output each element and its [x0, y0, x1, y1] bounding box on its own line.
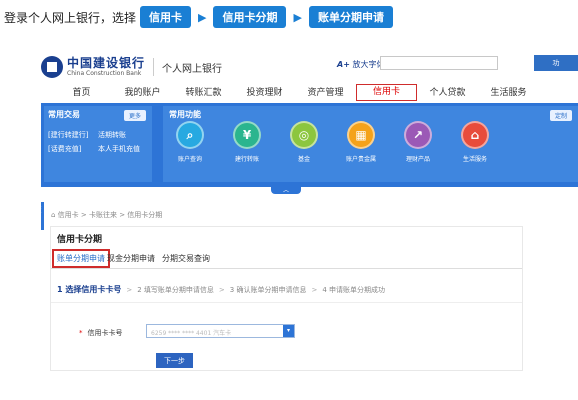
- yen-icon: ¥: [233, 121, 261, 149]
- nav-my-account[interactable]: 我的账户: [112, 84, 173, 102]
- common-transactions-panel: 常用交易 更多 [建行转建行] 活期转账 [话费充值] 本人手机充值: [44, 106, 152, 182]
- chevron-right-icon: >: [311, 285, 318, 294]
- step-2: 2 填写账单分期申请信息: [137, 285, 214, 294]
- chevron-down-icon: ▾: [283, 325, 294, 337]
- divider: [153, 58, 155, 76]
- card-number-select[interactable]: 6259 **** **** 4401 汽车卡 ▾: [146, 324, 295, 338]
- quick-link-phone-topup[interactable]: [话费充值]: [48, 144, 98, 154]
- bars-icon: ▦: [347, 121, 375, 149]
- func-account-query[interactable]: ⌕ 账户查询: [175, 121, 205, 163]
- tab-cash-installment[interactable]: 现金分期申请: [107, 253, 155, 264]
- breadcrumb: ⌂ 信用卡 > 卡账往来 > 信用卡分期: [51, 210, 162, 220]
- house-icon: ⌂: [461, 121, 489, 149]
- quick-link-ccb-transfer[interactable]: [建行转建行]: [48, 130, 98, 140]
- common-functions-panel: 常用功能 定制 ⌕ 账户查询 ¥ 建行转账 ◎ 基金 ▦ 账户贵金属 ↗ 理财产…: [163, 106, 578, 182]
- step-3: 3 确认账单分期申请信息: [229, 285, 307, 294]
- page-title: 信用卡分期: [57, 235, 103, 245]
- quick-link-own-phone-topup[interactable]: 本人手机充值: [98, 144, 148, 154]
- next-step-button[interactable]: 下一步: [156, 353, 193, 368]
- nav-personal-loan[interactable]: 个人贷款: [417, 84, 478, 102]
- chart-icon: ↗: [404, 121, 432, 149]
- required-marker: *: [79, 329, 83, 337]
- arrow-right-icon: ▶: [198, 10, 207, 24]
- func-life-services[interactable]: ⌂ 生活服务: [460, 121, 490, 163]
- func-fund[interactable]: ◎ 基金: [289, 121, 319, 163]
- nav-life-services[interactable]: 生活服务: [478, 84, 539, 102]
- side-expand-tab[interactable]: 展开 »: [41, 202, 44, 230]
- path-step-installment: 信用卡分期: [213, 6, 287, 28]
- step-indicator: 1 选择信用卡卡号 > 2 填写账单分期申请信息 > 3 确认账单分期申请信息 …: [57, 284, 385, 295]
- ccb-logo-icon: [41, 56, 63, 78]
- bank-window: 中国建设银行 China Construction Bank 个人网上银行 A+…: [41, 48, 578, 378]
- instruction-strip: 登录个人网上银行，选择 信用卡 ▶ 信用卡分期 ▶ 账单分期申请: [0, 0, 578, 34]
- nav-investment[interactable]: 投资理财: [234, 84, 295, 102]
- nav-asset-management[interactable]: 资产管理: [295, 84, 356, 102]
- bank-name-en: China Construction Bank: [67, 70, 142, 77]
- main-nav: 首页 我的账户 转账汇款 投资理财 资产管理 信用卡 个人贷款 生活服务: [51, 84, 578, 102]
- breadcrumb-path: 信用卡 > 卡账往来 > 信用卡分期: [57, 211, 163, 219]
- quick-link-current-transfer[interactable]: 活期转账: [98, 130, 148, 140]
- steps-divider: [51, 302, 522, 303]
- nav-transfer[interactable]: 转账汇款: [173, 84, 234, 102]
- search-input[interactable]: [380, 56, 498, 70]
- nav-home[interactable]: 首页: [51, 84, 112, 102]
- chevron-right-icon: >: [126, 285, 133, 294]
- tab-installment-query[interactable]: 分期交易查询: [162, 253, 210, 264]
- more-button[interactable]: 更多: [123, 110, 146, 121]
- quick-access-band: 常用交易 更多 [建行转建行] 活期转账 [话费充值] 本人手机充值 常用功能 …: [41, 103, 578, 187]
- nav-credit-card[interactable]: 信用卡: [356, 84, 417, 101]
- card-number-label: * 信用卡卡号: [79, 329, 123, 337]
- font-size-icon: A+: [337, 60, 350, 69]
- enlarge-font-button[interactable]: A+ 放大字体: [337, 59, 384, 70]
- tabs-divider: [51, 268, 522, 269]
- double-chevron-right-icon: »: [41, 217, 44, 224]
- step-1: 1 选择信用卡卡号: [57, 285, 122, 294]
- search-button[interactable]: 功: [534, 55, 578, 71]
- chevron-right-icon: >: [218, 285, 225, 294]
- func-ccb-transfer[interactable]: ¥ 建行转账: [232, 121, 262, 163]
- home-icon: ⌂: [51, 211, 58, 219]
- collapse-toggle[interactable]: ︿: [271, 187, 301, 194]
- func-wealth-products[interactable]: ↗ 理财产品: [403, 121, 433, 163]
- logo-area: 中国建设银行 China Construction Bank 个人网上银行: [41, 52, 222, 82]
- chevron-up-icon: ︿: [282, 187, 289, 194]
- search-icon: ⌕: [176, 121, 204, 149]
- customize-button[interactable]: 定制: [549, 110, 572, 121]
- arrow-right-icon: ▶: [293, 10, 302, 24]
- step-4: 4 申请账单分期成功: [322, 285, 386, 294]
- installment-card: 信用卡分期 账单分期申请 现金分期申请 分期交易查询 1 选择信用卡卡号 > 2…: [50, 226, 523, 371]
- coins-icon: ◎: [290, 121, 318, 149]
- func-precious-metal[interactable]: ▦ 账户贵金属: [346, 121, 376, 163]
- path-step-bill-installment: 账单分期申请: [308, 6, 393, 28]
- panel-title: 常用功能: [169, 110, 201, 119]
- instruction-lead: 登录个人网上银行，选择: [4, 10, 137, 25]
- site-name: 个人网上银行: [162, 63, 223, 75]
- bank-name-cn: 中国建设银行: [67, 56, 146, 70]
- tab-bill-installment[interactable]: 账单分期申请: [52, 249, 110, 268]
- path-step-credit-card: 信用卡: [140, 6, 192, 28]
